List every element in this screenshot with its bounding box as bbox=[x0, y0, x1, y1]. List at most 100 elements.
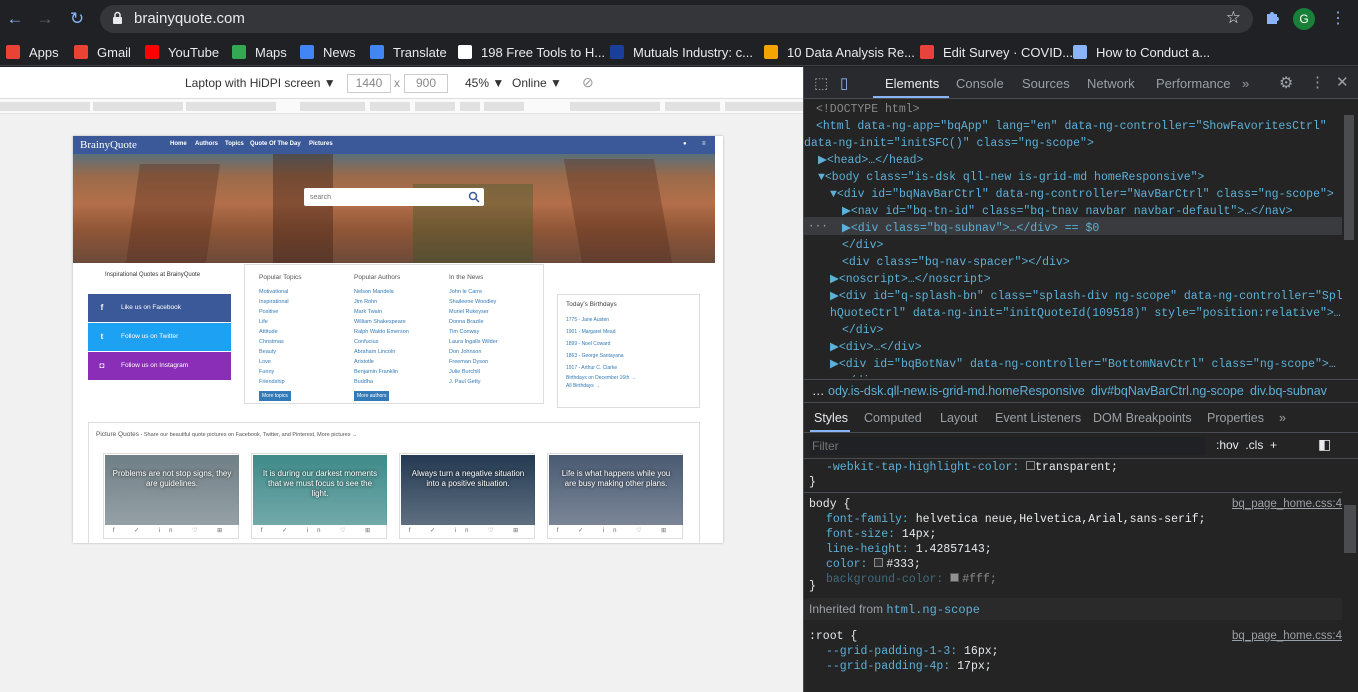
dom-node-line[interactable]: hQuoteCtrl" data-ng-init="initQuoteId(10… bbox=[830, 305, 1341, 322]
picture-quote-card[interactable]: Always turn a negative situation into a … bbox=[399, 453, 535, 539]
in-the-news-link[interactable]: John le Carre bbox=[449, 287, 498, 297]
search-input[interactable] bbox=[310, 191, 460, 203]
css-declaration[interactable]: font-size: 14px; bbox=[826, 527, 936, 542]
tab-console[interactable]: Console bbox=[956, 76, 1004, 91]
styles-scrollbar[interactable] bbox=[1344, 505, 1356, 553]
zoom-select[interactable]: 45% ▼ bbox=[465, 76, 504, 90]
bookmark-5[interactable]: Translate bbox=[370, 43, 447, 61]
dom-node-line[interactable]: ▼<div id="bqNavBarCtrl" data-ng-controll… bbox=[830, 186, 1334, 203]
breadcrumb-subnav-div[interactable]: div.bq-subnav bbox=[1250, 384, 1327, 398]
facebook-button[interactable]: f Like us on Facebook bbox=[88, 294, 231, 322]
nav-quote-of-the-day[interactable]: Quote Of The Day bbox=[250, 141, 301, 147]
popular-topics-link[interactable]: Beauty bbox=[259, 347, 302, 357]
root-rule-source[interactable]: bq_page_home.css:4 bbox=[1232, 629, 1342, 644]
dom-node-line[interactable]: ▶<div id="bqBotNav" data-ng-controller="… bbox=[830, 356, 1336, 373]
color-swatch-icon[interactable] bbox=[874, 558, 884, 567]
bookmark-3[interactable]: Maps bbox=[232, 43, 287, 61]
bookmark-1[interactable]: Gmail bbox=[74, 43, 131, 61]
dom-node-line[interactable]: ▶<head>…</head> bbox=[818, 152, 923, 169]
bookmark-2[interactable]: YouTube bbox=[145, 43, 219, 61]
breadcrumb-navbar-div[interactable]: div#bqNavBarCtrl.ng-scope bbox=[1091, 384, 1244, 398]
bookmark-8[interactable]: 10 Data Analysis Re... bbox=[764, 43, 915, 61]
css-declaration[interactable]: font-family: helvetica neue,Helvetica,Ar… bbox=[826, 512, 1206, 527]
tab-event-listeners[interactable]: Event Listeners bbox=[995, 411, 1081, 425]
instagram-button[interactable]: ◘ Follow us on Instagram bbox=[88, 352, 231, 380]
in-the-news-link[interactable]: Don Johnson bbox=[449, 347, 498, 357]
height-input[interactable]: 900 bbox=[404, 74, 448, 93]
birthday-link[interactable]: 1775 - Jane Austen bbox=[566, 314, 691, 326]
tab-elements[interactable]: Elements bbox=[885, 76, 939, 91]
tab-styles[interactable]: Styles bbox=[814, 411, 848, 425]
tab-dom-breakpoints[interactable]: DOM Breakpoints bbox=[1093, 411, 1192, 425]
bookmark-4[interactable]: News bbox=[300, 43, 356, 61]
tab-properties[interactable]: Properties bbox=[1207, 411, 1264, 425]
dom-node-line[interactable]: ▶<div>…</div> bbox=[830, 339, 922, 356]
picture-quote-card[interactable]: It is during our darkest moments that we… bbox=[251, 453, 387, 539]
profile-avatar[interactable]: G bbox=[1293, 8, 1315, 30]
tab-sources[interactable]: Sources bbox=[1022, 76, 1070, 91]
picture-quote-card[interactable]: Problems are not stop signs, they are gu… bbox=[103, 453, 239, 539]
birthday-link[interactable]: 1917 - Arthur C. Clarke bbox=[566, 362, 691, 374]
width-input[interactable]: 1440 bbox=[347, 74, 391, 93]
popular-authors-link[interactable]: Nelson Mandela bbox=[354, 287, 409, 297]
dom-node-line[interactable]: ▼<body class="is-dsk qll-new is-grid-md … bbox=[818, 169, 1204, 186]
share-icons[interactable]: f ✓ in ♡ ⊞ bbox=[252, 527, 388, 534]
bookmark-star-icon[interactable]: ☆ bbox=[1226, 8, 1241, 28]
in-the-news-link[interactable]: J. Paul Getty bbox=[449, 377, 498, 387]
css-declaration[interactable]: background-color: #fff; bbox=[826, 572, 997, 587]
popular-topics-link[interactable]: Life bbox=[259, 317, 302, 327]
reload-icon[interactable]: ↻ bbox=[66, 8, 88, 30]
popular-topics-link[interactable]: Love bbox=[259, 357, 302, 367]
back-arrow-icon[interactable]: ← bbox=[4, 8, 26, 30]
browser-menu-icon[interactable]: ⋮ bbox=[1330, 8, 1346, 28]
dom-node-line[interactable]: </div> bbox=[842, 237, 883, 254]
popular-topics-more-button[interactable]: More topics bbox=[259, 391, 291, 401]
dom-scrollbar[interactable] bbox=[1344, 115, 1354, 240]
in-the-news-link[interactable]: Freeman Dyson bbox=[449, 357, 498, 367]
row-ellipsis-icon[interactable]: ··· bbox=[808, 219, 828, 236]
search-icon[interactable] bbox=[468, 191, 480, 203]
popular-authors-link[interactable]: Ralph Waldo Emerson bbox=[354, 327, 409, 337]
popular-authors-link[interactable]: Aristotle bbox=[354, 357, 409, 367]
filter-tools[interactable]: :hov .cls + bbox=[1216, 438, 1277, 452]
user-icon[interactable]: ● bbox=[683, 141, 687, 147]
color-swatch-icon[interactable] bbox=[950, 573, 960, 582]
inspect-element-icon[interactable]: ⬚ bbox=[814, 74, 828, 92]
bookmark-7[interactable]: Mutuals Industry: c... bbox=[610, 43, 753, 61]
dom-node-line[interactable]: data-ng-init="initSFC()" class="ng-scope… bbox=[804, 135, 1094, 152]
address-bar[interactable]: brainyquote.com ☆ bbox=[100, 5, 1253, 33]
styles-filter-input[interactable] bbox=[810, 437, 1205, 455]
dom-node-line[interactable]: ▶<div id="q-splash-bn" class="splash-div… bbox=[830, 288, 1342, 305]
tab-layout[interactable]: Layout bbox=[940, 411, 978, 425]
quote-picture[interactable]: Problems are not stop signs, they are gu… bbox=[105, 455, 239, 525]
tab-performance[interactable]: Performance bbox=[1156, 76, 1230, 91]
root-selector[interactable]: :root { bbox=[809, 629, 857, 644]
site-logo[interactable]: BrainyQuote bbox=[80, 139, 137, 151]
dom-node-line[interactable]: <!DOCTYPE html> bbox=[816, 101, 920, 118]
network-throttle-select[interactable]: Online ▼ bbox=[512, 76, 562, 90]
in-the-news-link[interactable]: Donna Brazile bbox=[449, 317, 498, 327]
site-search[interactable] bbox=[304, 188, 484, 206]
twitter-button[interactable]: t Follow us on Twitter bbox=[88, 323, 231, 351]
bookmark-10[interactable]: How to Conduct a... bbox=[1073, 43, 1210, 61]
css-declaration[interactable]: --grid-padding-4p: 17px; bbox=[826, 659, 992, 674]
popular-authors-link[interactable]: Abraham Lincoln bbox=[354, 347, 409, 357]
css-declaration[interactable]: --grid-padding-1-3: 16px; bbox=[826, 644, 999, 659]
settings-gear-icon[interactable]: ⚙ bbox=[1279, 73, 1293, 93]
dom-node-line[interactable]: ▶<nav id="bq-tn-id" class="bq-tnav navba… bbox=[842, 203, 1293, 220]
nav-authors[interactable]: Authors bbox=[195, 141, 218, 147]
devtools-menu-icon[interactable]: ⋮ bbox=[1310, 73, 1325, 91]
popular-topics-link[interactable]: Inspirational bbox=[259, 297, 302, 307]
dom-node-line[interactable]: </div> bbox=[842, 322, 883, 339]
breadcrumb-body[interactable]: ody.is-dsk.qll-new.is-grid-md.homeRespon… bbox=[828, 384, 1085, 398]
popular-topics-link[interactable]: Friendship bbox=[259, 377, 302, 387]
forward-arrow-icon[interactable]: → bbox=[34, 8, 56, 30]
device-toggle-icon[interactable]: ▯ bbox=[840, 74, 848, 92]
body-selector[interactable]: body { bbox=[809, 497, 850, 512]
popular-topics-link[interactable]: Motivational bbox=[259, 287, 302, 297]
popular-authors-link[interactable]: Benjamin Franklin bbox=[354, 367, 409, 377]
popular-authors-more-button[interactable]: More authors bbox=[354, 391, 390, 401]
popular-authors-link[interactable]: William Shakespeare bbox=[354, 317, 409, 327]
body-rule-source[interactable]: bq_page_home.css:4 bbox=[1232, 497, 1342, 512]
popular-authors-link[interactable]: Mark Twain bbox=[354, 307, 409, 317]
